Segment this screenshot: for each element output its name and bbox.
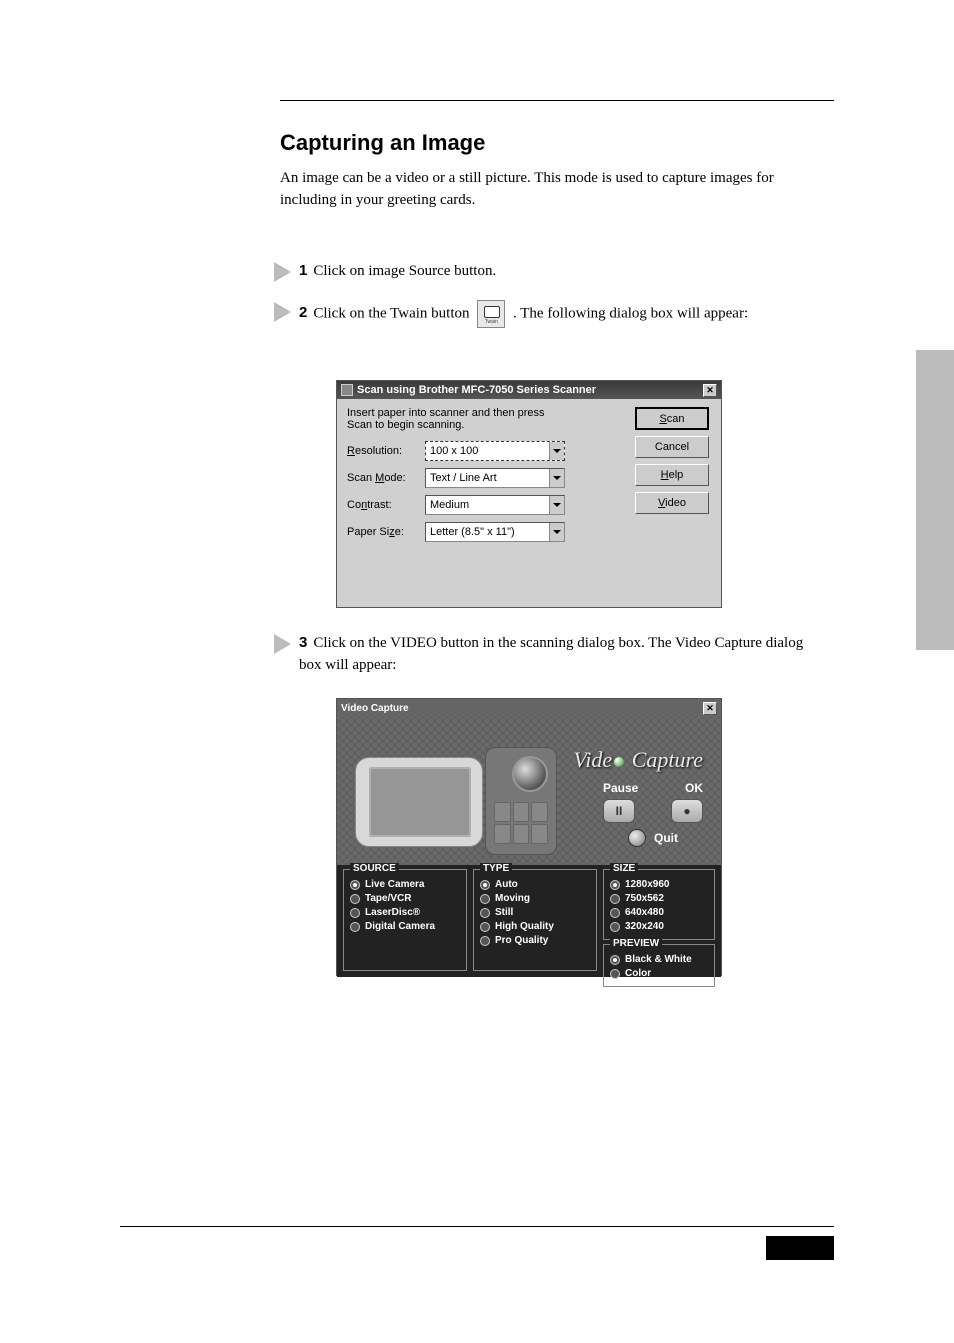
- quit-label: Quit: [654, 831, 678, 845]
- opt-color[interactable]: Color: [625, 968, 651, 979]
- opt-moving[interactable]: Moving: [495, 893, 530, 904]
- page-side-tab: [916, 350, 954, 650]
- scan-dialog: Scan using Brother MFC-7050 Series Scann…: [336, 380, 722, 608]
- preview-screen: [369, 767, 471, 837]
- pause-label: Pause: [603, 781, 638, 795]
- cancel-button[interactable]: Cancel: [635, 436, 709, 458]
- radio-laserdisc[interactable]: [350, 908, 360, 918]
- pause-button[interactable]: II: [603, 799, 635, 823]
- opt-auto[interactable]: Auto: [495, 879, 518, 890]
- step-3: 3Click on the VIDEO button in the scanni…: [274, 632, 814, 677]
- step-arrow-icon: [274, 262, 291, 282]
- contrast-label: Contrast:: [347, 499, 425, 511]
- opt-high-quality[interactable]: High Quality: [495, 921, 554, 932]
- step-arrow-icon: [274, 634, 291, 654]
- opt-digital-camera[interactable]: Digital Camera: [365, 921, 435, 932]
- radio-bw[interactable]: [610, 955, 620, 965]
- video-dialog-titlebar: Video Capture ✕: [337, 699, 721, 717]
- video-button[interactable]: Video: [635, 492, 709, 514]
- radio-1280x960[interactable]: [610, 880, 620, 890]
- help-button[interactable]: Help: [635, 464, 709, 486]
- radio-high-quality[interactable]: [480, 922, 490, 932]
- opt-laserdisc[interactable]: LaserDisc®: [365, 907, 420, 918]
- section-intro: An image can be a video or a still pictu…: [280, 168, 814, 212]
- opt-750x562[interactable]: 750x562: [625, 893, 664, 904]
- chevron-down-icon[interactable]: [549, 496, 564, 514]
- page-number-box: [766, 1236, 834, 1260]
- chevron-down-icon[interactable]: [549, 469, 564, 487]
- source-legend: SOURCE: [350, 863, 399, 874]
- camera-illustration: [355, 747, 567, 853]
- radio-digital-camera[interactable]: [350, 922, 360, 932]
- footer-rule: [120, 1226, 834, 1227]
- source-fieldset: SOURCE Live Camera Tape/VCR LaserDisc® D…: [343, 869, 467, 971]
- radio-tape-vcr[interactable]: [350, 894, 360, 904]
- scan-button[interactable]: Scan: [635, 407, 709, 430]
- step-2-text-a: Click on the Twain button: [313, 305, 473, 321]
- lens-icon: [512, 756, 548, 792]
- scan-dialog-title: Scan using Brother MFC-7050 Series Scann…: [357, 384, 596, 396]
- radio-live-camera[interactable]: [350, 880, 360, 890]
- papersize-label: Paper Size:: [347, 526, 425, 538]
- close-icon[interactable]: ✕: [703, 702, 717, 715]
- scan-instruction: Insert paper into scanner and then press…: [347, 407, 567, 431]
- twain-icon: [477, 300, 505, 328]
- close-icon[interactable]: ✕: [703, 384, 717, 397]
- papersize-select[interactable]: Letter (8.5" x 11"): [425, 522, 565, 542]
- opt-pro-quality[interactable]: Pro Quality: [495, 935, 548, 946]
- scanmode-select[interactable]: Text / Line Art: [425, 468, 565, 488]
- radio-640x480[interactable]: [610, 908, 620, 918]
- dot-icon: [614, 757, 624, 767]
- video-capture-heading: Vide Capture: [574, 747, 703, 773]
- radio-auto[interactable]: [480, 880, 490, 890]
- type-fieldset: TYPE Auto Moving Still High Quality Pro …: [473, 869, 597, 971]
- section-heading: Capturing an Image: [280, 130, 485, 156]
- step-3-text: Click on the VIDEO button in the scannin…: [299, 635, 803, 673]
- system-menu-icon[interactable]: [341, 384, 353, 396]
- opt-bw[interactable]: Black & White: [625, 954, 692, 965]
- radio-moving[interactable]: [480, 894, 490, 904]
- size-fieldset: SIZE 1280x960 750x562 640x480 320x240: [603, 869, 715, 940]
- step-1-text: Click on image Source button.: [313, 263, 496, 279]
- scanmode-label: Scan Mode:: [347, 472, 425, 484]
- radio-750x562[interactable]: [610, 894, 620, 904]
- opt-tape-vcr[interactable]: Tape/VCR: [365, 893, 412, 904]
- step-arrow-icon: [274, 302, 291, 322]
- ok-button[interactable]: ●: [671, 799, 703, 823]
- opt-320x240[interactable]: 320x240: [625, 921, 664, 932]
- opt-1280x960[interactable]: 1280x960: [625, 879, 670, 890]
- video-capture-dialog: Video Capture ✕ Vide Capture Pause OK: [336, 698, 722, 976]
- quit-button[interactable]: [628, 829, 646, 847]
- radio-still[interactable]: [480, 908, 490, 918]
- header-rule: [280, 100, 834, 101]
- opt-still[interactable]: Still: [495, 907, 513, 918]
- resolution-label: Resolution:: [347, 445, 425, 457]
- size-legend: SIZE: [610, 863, 638, 874]
- opt-live-camera[interactable]: Live Camera: [365, 879, 424, 890]
- preview-fieldset: PREVIEW Black & White Color: [603, 944, 715, 987]
- resolution-select[interactable]: 100 x 100: [425, 441, 565, 461]
- step-1: 1Click on image Source button.: [274, 260, 496, 283]
- chevron-down-icon[interactable]: [549, 442, 564, 460]
- preview-legend: PREVIEW: [610, 938, 662, 949]
- ok-label: OK: [685, 781, 703, 795]
- video-dialog-title: Video Capture: [341, 703, 409, 714]
- radio-320x240[interactable]: [610, 922, 620, 932]
- radio-color[interactable]: [610, 969, 620, 979]
- step-2: 2Click on the Twain button . The followi…: [274, 300, 814, 328]
- type-legend: TYPE: [480, 863, 512, 874]
- contrast-select[interactable]: Medium: [425, 495, 565, 515]
- chevron-down-icon[interactable]: [549, 523, 564, 541]
- step-2-text-b: . The following dialog box will appear:: [509, 305, 748, 321]
- radio-pro-quality[interactable]: [480, 936, 490, 946]
- opt-640x480[interactable]: 640x480: [625, 907, 664, 918]
- video-preview-area: Vide Capture Pause OK II ● Quit: [337, 717, 721, 865]
- scan-dialog-titlebar: Scan using Brother MFC-7050 Series Scann…: [337, 381, 721, 399]
